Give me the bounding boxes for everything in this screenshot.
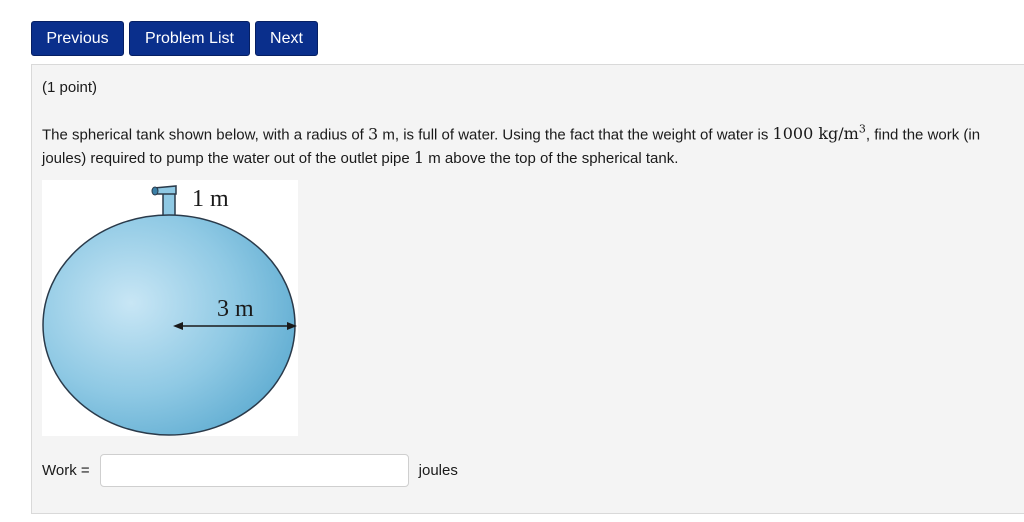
pipe-length-label: 1 m bbox=[192, 186, 229, 212]
statement-text-1: The spherical tank shown below, with a r… bbox=[42, 126, 369, 144]
previous-button[interactable]: Previous bbox=[31, 21, 124, 56]
pipe-height-value: 1 bbox=[413, 148, 425, 168]
statement-text-4: m above the top of the spherical tank. bbox=[424, 150, 679, 168]
next-button[interactable]: Next bbox=[255, 21, 318, 56]
answer-row: Work = joules bbox=[42, 454, 458, 487]
outlet-pipe-opening bbox=[151, 186, 159, 196]
work-label: Work = bbox=[42, 462, 90, 479]
problem-panel: (1 point) The spherical tank shown below… bbox=[31, 64, 1024, 514]
statement-text-2: m, is full of water. Using the fact that… bbox=[378, 126, 773, 144]
problem-statement: The spherical tank shown below, with a r… bbox=[42, 118, 1017, 170]
joules-units-label: joules bbox=[418, 462, 458, 479]
tank-diagram bbox=[42, 185, 297, 436]
spherical-tank bbox=[42, 214, 296, 436]
weight-number: 1000 bbox=[772, 124, 814, 144]
problem-points: (1 point) bbox=[42, 79, 98, 96]
radius-value: 3 bbox=[368, 124, 379, 144]
work-answer-input[interactable] bbox=[99, 454, 409, 487]
problem-navigation: Previous Problem List Next bbox=[31, 21, 318, 56]
water-weight-value: 1000 kg/m3 bbox=[772, 123, 866, 144]
weight-units-exponent: 3 bbox=[858, 123, 866, 136]
problem-list-button[interactable]: Problem List bbox=[129, 21, 250, 56]
weight-units: kg/m bbox=[813, 124, 859, 144]
spherical-tank-figure: 1 m 3 m bbox=[42, 180, 298, 436]
radius-label: 3 m bbox=[217, 296, 254, 322]
